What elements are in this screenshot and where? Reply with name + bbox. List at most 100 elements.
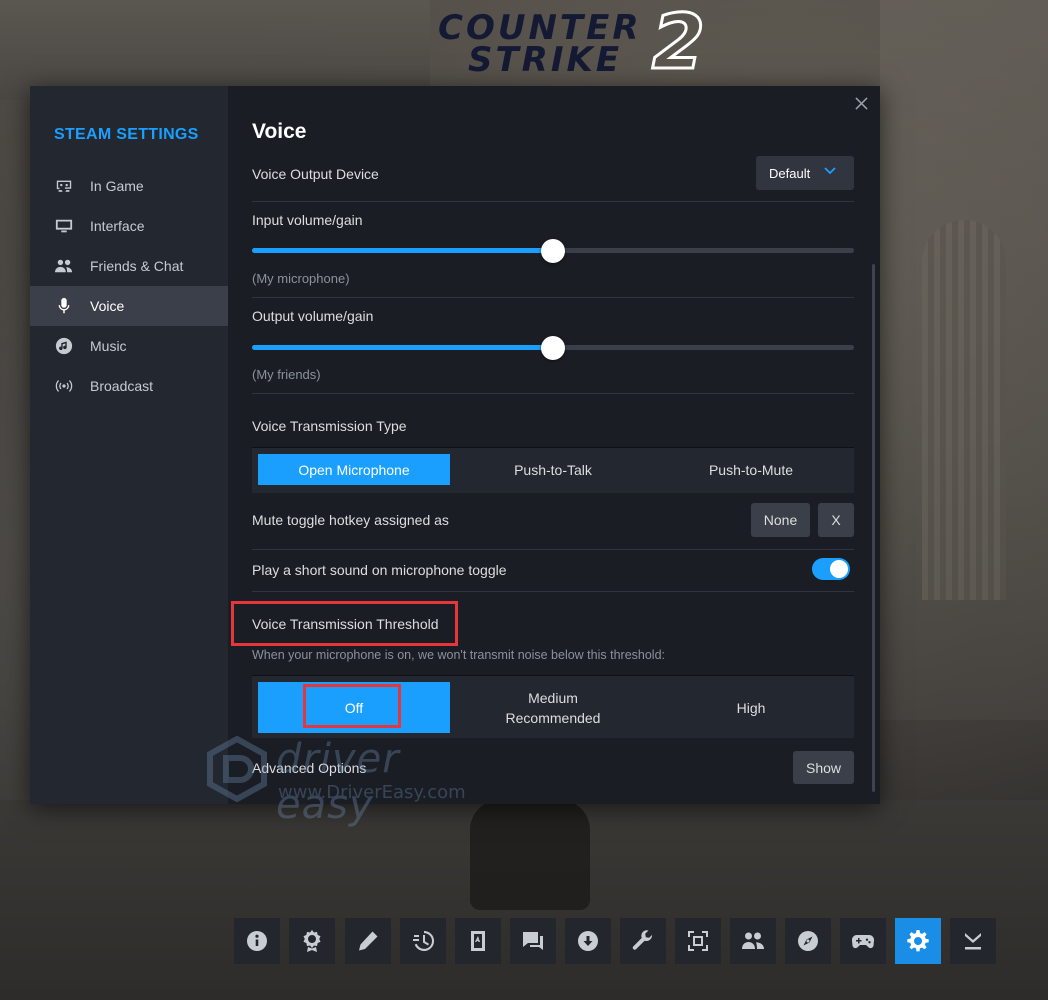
option-line-1: Medium [528, 689, 578, 706]
gear-icon [907, 930, 929, 952]
divider [252, 393, 854, 394]
overlay-toolbar [234, 918, 996, 964]
divider [252, 297, 854, 298]
toolbar-notes-button[interactable] [345, 918, 391, 964]
sidebar-item-label: Voice [90, 298, 125, 314]
option-open-microphone[interactable]: Open Microphone [258, 454, 450, 485]
microphone-icon [54, 296, 74, 316]
background-wall [0, 0, 430, 100]
browser-icon [798, 931, 818, 951]
output-device-value: Default [769, 165, 811, 181]
game-logo: COUNTER STRIKE 2 [438, 0, 748, 86]
settings-content: Voice Voice Output Device Default Input … [228, 86, 880, 804]
settings-sidebar: STEAM SETTINGS In Game Interface Friends… [30, 86, 228, 804]
driver-easy-logo-icon [207, 736, 267, 802]
input-volume-label: Input volume/gain [252, 212, 363, 228]
sidebar-item-label: In Game [90, 178, 144, 194]
threshold-description: When your microphone is on, we won't tra… [252, 648, 666, 662]
option-threshold-high[interactable]: High [654, 682, 848, 733]
toolbar-minimize-button[interactable] [950, 918, 996, 964]
toolbar-chat-button[interactable] [510, 918, 556, 964]
sidebar-item-label: Broadcast [90, 378, 154, 394]
transmission-type-label: Voice Transmission Type [252, 418, 407, 434]
close-button[interactable] [852, 94, 870, 112]
in-game-icon [54, 176, 74, 196]
page-title: Voice [252, 120, 307, 143]
settings-wrench-icon [632, 930, 653, 950]
output-volume-label: Output volume/gain [252, 308, 374, 324]
toolbar-friends-button[interactable] [730, 918, 776, 964]
logo-number: 2 [651, 0, 707, 86]
toolbar-guides-button[interactable] [455, 918, 501, 964]
input-volume-sublabel: (My microphone) [252, 271, 350, 286]
slider-fill [252, 248, 553, 253]
sidebar-item-voice[interactable]: Voice [30, 286, 228, 326]
hotkey-clear-button[interactable]: X [818, 503, 854, 537]
output-volume-slider[interactable] [252, 335, 854, 360]
toggle-knob [830, 560, 848, 578]
sidebar-item-label: Music [90, 338, 127, 354]
guides-icon [471, 931, 485, 951]
divider [252, 591, 854, 592]
watermark: driver easy www.DriverEasy.com [204, 736, 504, 828]
input-volume-slider[interactable] [252, 238, 854, 263]
slider-thumb[interactable] [541, 336, 565, 360]
slider-thumb[interactable] [541, 239, 565, 263]
toggle-sound-label: Play a short sound on microphone toggle [252, 562, 507, 578]
scrollbar[interactable] [872, 264, 875, 792]
divider [252, 549, 854, 550]
toolbar-info-button[interactable] [234, 918, 280, 964]
option-push-to-mute[interactable]: Push-to-Mute [654, 454, 848, 485]
threshold-label-highlight [231, 601, 458, 646]
sidebar-item-label: Interface [90, 218, 145, 234]
toolbar-settings-wrench-button[interactable] [620, 918, 666, 964]
option-line-2: Recommended [505, 709, 601, 726]
controller-icon [851, 934, 875, 949]
minimize-icon [965, 933, 981, 950]
off-option-highlight [303, 684, 401, 728]
recording-icon [413, 930, 435, 951]
output-volume-sublabel: (My friends) [252, 367, 321, 382]
option-push-to-talk[interactable]: Push-to-Talk [456, 454, 650, 485]
option-threshold-medium[interactable]: Medium Recommended [456, 682, 650, 733]
toolbar-recording-button[interactable] [400, 918, 446, 964]
music-icon [54, 336, 74, 356]
mute-hotkey-label: Mute toggle hotkey assigned as [252, 512, 449, 528]
friends-icon [742, 932, 764, 949]
sidebar-item-label: Friends & Chat [90, 258, 184, 274]
toolbar-controller-button[interactable] [840, 918, 886, 964]
info-icon [247, 931, 267, 951]
sidebar-title: STEAM SETTINGS [54, 126, 199, 143]
sidebar-item-friends-chat[interactable]: Friends & Chat [30, 246, 228, 286]
toolbar-screenshot-button[interactable] [675, 918, 721, 964]
background-door [922, 220, 1006, 600]
screenshot-icon [688, 931, 708, 951]
toolbar-achievements-button[interactable] [289, 918, 335, 964]
chevron-down-icon [824, 167, 836, 175]
achievements-icon [303, 930, 321, 952]
sidebar-item-interface[interactable]: Interface [30, 206, 228, 246]
hotkey-assign-button[interactable]: None [751, 503, 810, 537]
logo-line-2: STRIKE [468, 40, 623, 80]
broadcast-icon [54, 376, 74, 396]
chat-icon [523, 932, 543, 950]
sidebar-item-music[interactable]: Music [30, 326, 228, 366]
divider [252, 201, 854, 202]
notes-icon [359, 931, 378, 951]
output-device-dropdown[interactable]: Default [756, 156, 854, 190]
steam-settings-window: STEAM SETTINGS In Game Interface Friends… [30, 86, 880, 804]
transmission-type-selector: Open Microphone Push-to-Talk Push-to-Mut… [252, 447, 854, 493]
output-device-label: Voice Output Device [252, 166, 379, 182]
toolbar-downloads-button[interactable] [565, 918, 611, 964]
sidebar-item-broadcast[interactable]: Broadcast [30, 366, 228, 406]
toolbar-browser-button[interactable] [785, 918, 831, 964]
close-icon [854, 96, 868, 110]
downloads-icon [578, 931, 598, 951]
friends-icon [54, 256, 74, 276]
advanced-show-button[interactable]: Show [793, 751, 854, 784]
sidebar-item-in-game[interactable]: In Game [30, 166, 228, 206]
monitor-icon [54, 216, 74, 236]
slider-fill [252, 345, 553, 350]
toolbar-settings-button[interactable] [895, 918, 941, 964]
toggle-sound-switch[interactable] [812, 558, 850, 580]
